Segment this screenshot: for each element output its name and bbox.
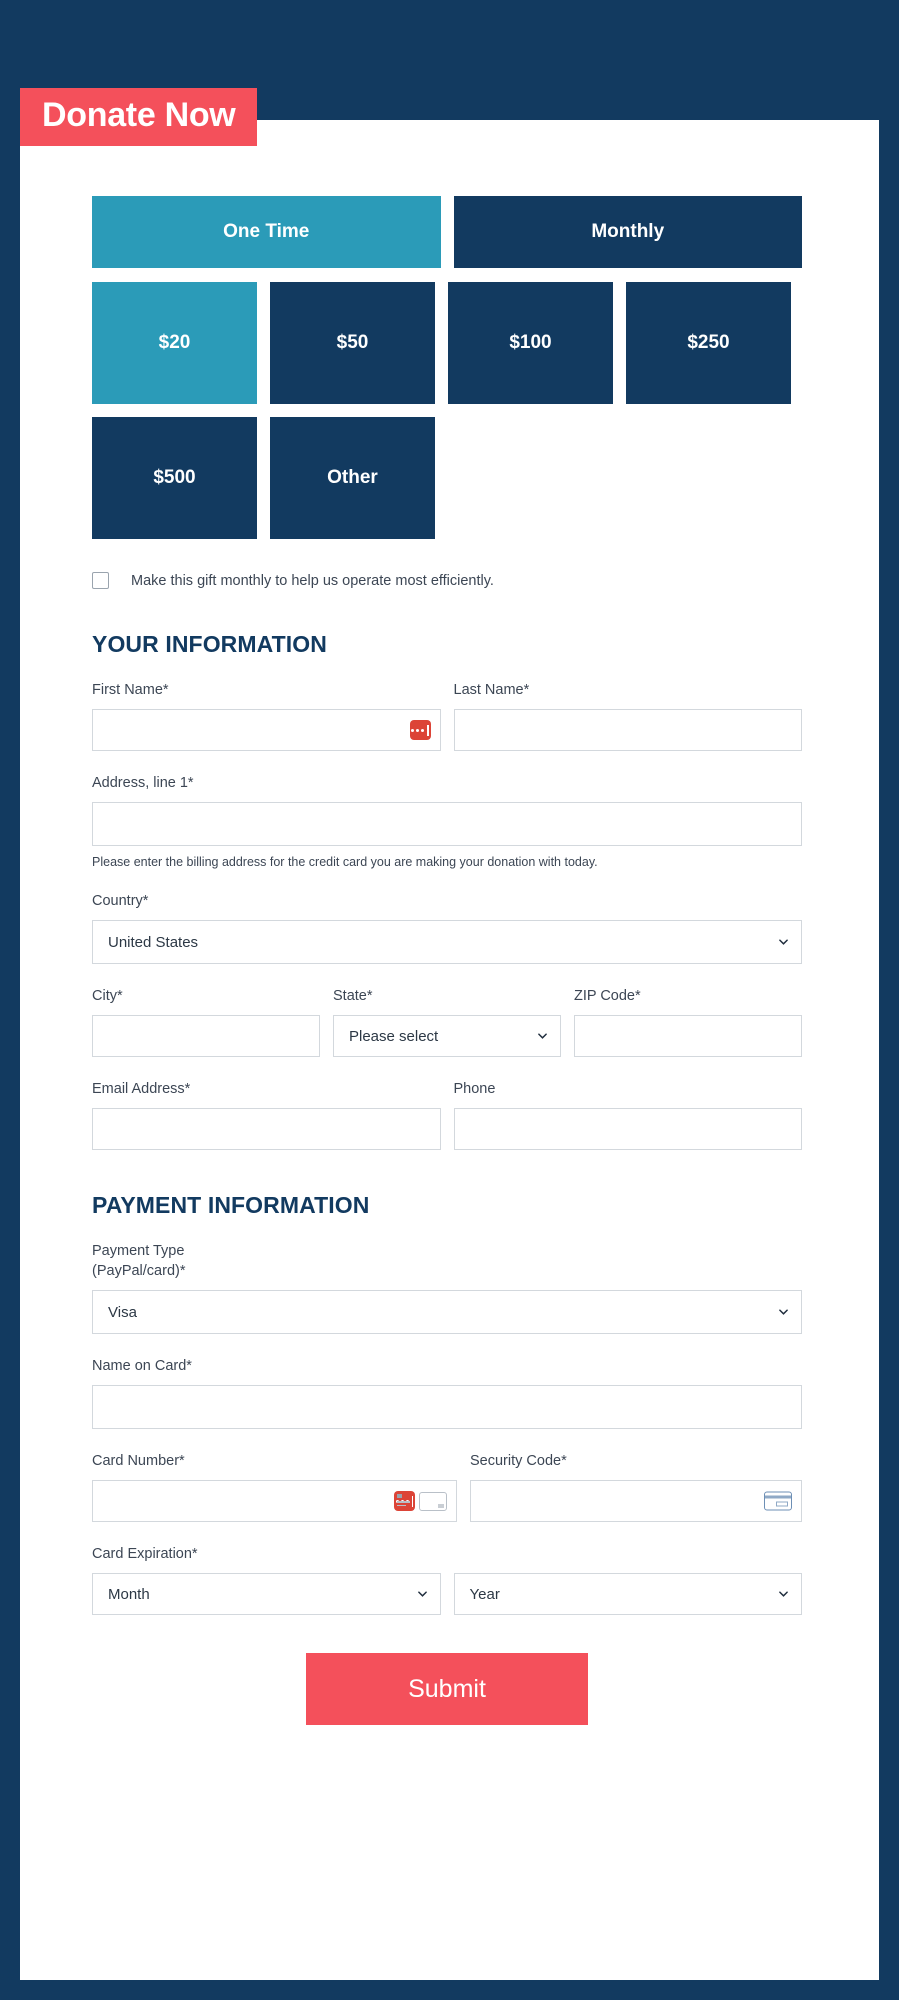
name-on-card-label: Name on Card* bbox=[92, 1358, 192, 1374]
amount-option-20[interactable]: $20 bbox=[92, 282, 257, 404]
phone-label: Phone bbox=[453, 1081, 496, 1097]
last-name-group: Last Name* bbox=[453, 680, 802, 751]
address-line1-input[interactable] bbox=[92, 802, 802, 846]
chevron-down-icon bbox=[779, 1591, 788, 1597]
card-number-group: Card Number* bbox=[92, 1451, 457, 1522]
card-expiration-row: Month Year bbox=[92, 1573, 802, 1615]
last-name-label: Last Name* bbox=[453, 682, 530, 698]
expiration-year-select[interactable]: Year bbox=[453, 1573, 802, 1615]
zip-input[interactable] bbox=[574, 1015, 802, 1057]
country-group: Country* United States bbox=[92, 891, 802, 964]
security-code-card-icon[interactable] bbox=[764, 1491, 792, 1511]
amount-option-other-label: Other bbox=[327, 467, 378, 488]
amount-option-100[interactable]: $100 bbox=[448, 282, 613, 404]
expiration-month-value: Month bbox=[108, 1585, 150, 1603]
state-group: State* Please select bbox=[333, 986, 561, 1057]
monthly-upsell-label: Make this gift monthly to help us operat… bbox=[131, 572, 494, 589]
payment-type-label-line2: (PayPal/card)* bbox=[92, 1263, 186, 1279]
frequency-selector: One Time Monthly bbox=[92, 196, 802, 268]
expiration-month-select[interactable]: Month bbox=[92, 1573, 441, 1615]
chevron-down-icon bbox=[779, 939, 788, 945]
card-number-input[interactable] bbox=[92, 1480, 457, 1522]
zip-group: ZIP Code* bbox=[574, 986, 802, 1057]
amount-option-500[interactable]: $500 bbox=[92, 417, 257, 539]
state-label: State* bbox=[333, 988, 373, 1004]
expiration-month-group: Month bbox=[92, 1573, 441, 1615]
credit-card-icon[interactable] bbox=[397, 1491, 447, 1511]
payment-type-group: Payment Type (PayPal/card)* Visa bbox=[92, 1241, 802, 1334]
donate-now-banner: Donate Now bbox=[20, 88, 258, 146]
payment-type-select-value: Visa bbox=[108, 1303, 137, 1321]
amount-option-50[interactable]: $50 bbox=[270, 282, 435, 404]
submit-button[interactable]: Submit bbox=[306, 1653, 588, 1725]
first-name-group: First Name* bbox=[92, 680, 441, 751]
card-expiration-group: Card Expiration* Month Year bbox=[92, 1544, 802, 1615]
frequency-option-one-time-label: One Time bbox=[223, 221, 310, 242]
donation-form: One Time Monthly $20 $50 $100 $250 $500 … bbox=[92, 196, 802, 1725]
name-row: First Name* Last Name* bbox=[92, 680, 802, 751]
city-state-zip-row: City* State* Please select ZIP Code* bbox=[92, 986, 802, 1057]
amount-option-50-label: $50 bbox=[336, 332, 369, 353]
chevron-down-icon bbox=[779, 1309, 788, 1315]
email-input[interactable] bbox=[92, 1108, 441, 1150]
city-label: City* bbox=[92, 988, 123, 1004]
amount-option-100-label: $100 bbox=[509, 332, 552, 353]
security-code-label: Security Code* bbox=[470, 1453, 567, 1469]
payment-type-select[interactable]: Visa bbox=[92, 1290, 802, 1334]
password-manager-icon[interactable] bbox=[409, 720, 431, 740]
monthly-upsell-row: Make this gift monthly to help us operat… bbox=[92, 572, 802, 589]
payment-type-label-line1: Payment Type bbox=[92, 1243, 185, 1259]
last-name-input[interactable] bbox=[453, 709, 802, 751]
phone-input[interactable] bbox=[453, 1108, 802, 1150]
address-helper-text: Please enter the billing address for the… bbox=[92, 855, 598, 869]
card-number-security-row: Card Number* Security Code* bbox=[92, 1451, 802, 1522]
expiration-year-value: Year bbox=[469, 1585, 500, 1603]
name-on-card-input[interactable] bbox=[92, 1385, 802, 1429]
email-phone-row: Email Address* Phone bbox=[92, 1079, 802, 1150]
security-code-input[interactable] bbox=[470, 1480, 802, 1522]
email-group: Email Address* bbox=[92, 1079, 441, 1150]
address-line1-label: Address, line 1* bbox=[92, 775, 194, 791]
state-select-value: Please select bbox=[349, 1027, 439, 1045]
amount-option-20-label: $20 bbox=[158, 332, 191, 353]
security-code-group: Security Code* bbox=[470, 1451, 802, 1522]
frequency-option-monthly[interactable]: Monthly bbox=[453, 196, 802, 268]
email-label: Email Address* bbox=[92, 1081, 191, 1097]
country-select[interactable]: United States bbox=[92, 920, 802, 964]
city-group: City* bbox=[92, 986, 320, 1057]
submit-row: Submit bbox=[92, 1653, 802, 1725]
payment-information-heading: PAYMENT INFORMATION bbox=[92, 1192, 370, 1218]
phone-group: Phone bbox=[453, 1079, 802, 1150]
state-select[interactable]: Please select bbox=[333, 1015, 561, 1057]
city-input[interactable] bbox=[92, 1015, 320, 1057]
amount-selector-row-2: $500 Other bbox=[92, 417, 802, 539]
card-number-autofill-icons bbox=[394, 1491, 447, 1511]
monthly-upsell-checkbox[interactable] bbox=[92, 572, 109, 589]
card-expiration-label: Card Expiration* bbox=[92, 1546, 198, 1562]
first-name-input[interactable] bbox=[92, 709, 441, 751]
zip-label: ZIP Code* bbox=[574, 988, 641, 1004]
amount-option-500-label: $500 bbox=[153, 467, 196, 488]
country-select-value: United States bbox=[108, 933, 199, 951]
banner-title: Donate Now bbox=[42, 96, 236, 134]
amount-option-other[interactable]: Other bbox=[270, 417, 435, 539]
chevron-down-icon bbox=[417, 1591, 427, 1597]
amount-option-250-label: $250 bbox=[687, 332, 730, 353]
expiration-year-group: Year bbox=[453, 1573, 802, 1615]
name-on-card-group: Name on Card* bbox=[92, 1356, 802, 1429]
chevron-down-icon bbox=[538, 1033, 547, 1039]
frequency-option-one-time[interactable]: One Time bbox=[92, 196, 441, 268]
frequency-option-monthly-label: Monthly bbox=[591, 221, 665, 242]
address-group: Address, line 1* Please enter the billin… bbox=[92, 773, 802, 869]
card-number-label: Card Number* bbox=[92, 1453, 185, 1469]
amount-option-250[interactable]: $250 bbox=[626, 282, 791, 404]
payment-type-label: Payment Type (PayPal/card)* bbox=[92, 1241, 802, 1281]
country-label: Country* bbox=[92, 893, 149, 909]
amount-selector-row-1: $20 $50 $100 $250 bbox=[92, 282, 802, 404]
first-name-label: First Name* bbox=[92, 682, 169, 698]
your-information-heading: YOUR INFORMATION bbox=[92, 631, 327, 657]
